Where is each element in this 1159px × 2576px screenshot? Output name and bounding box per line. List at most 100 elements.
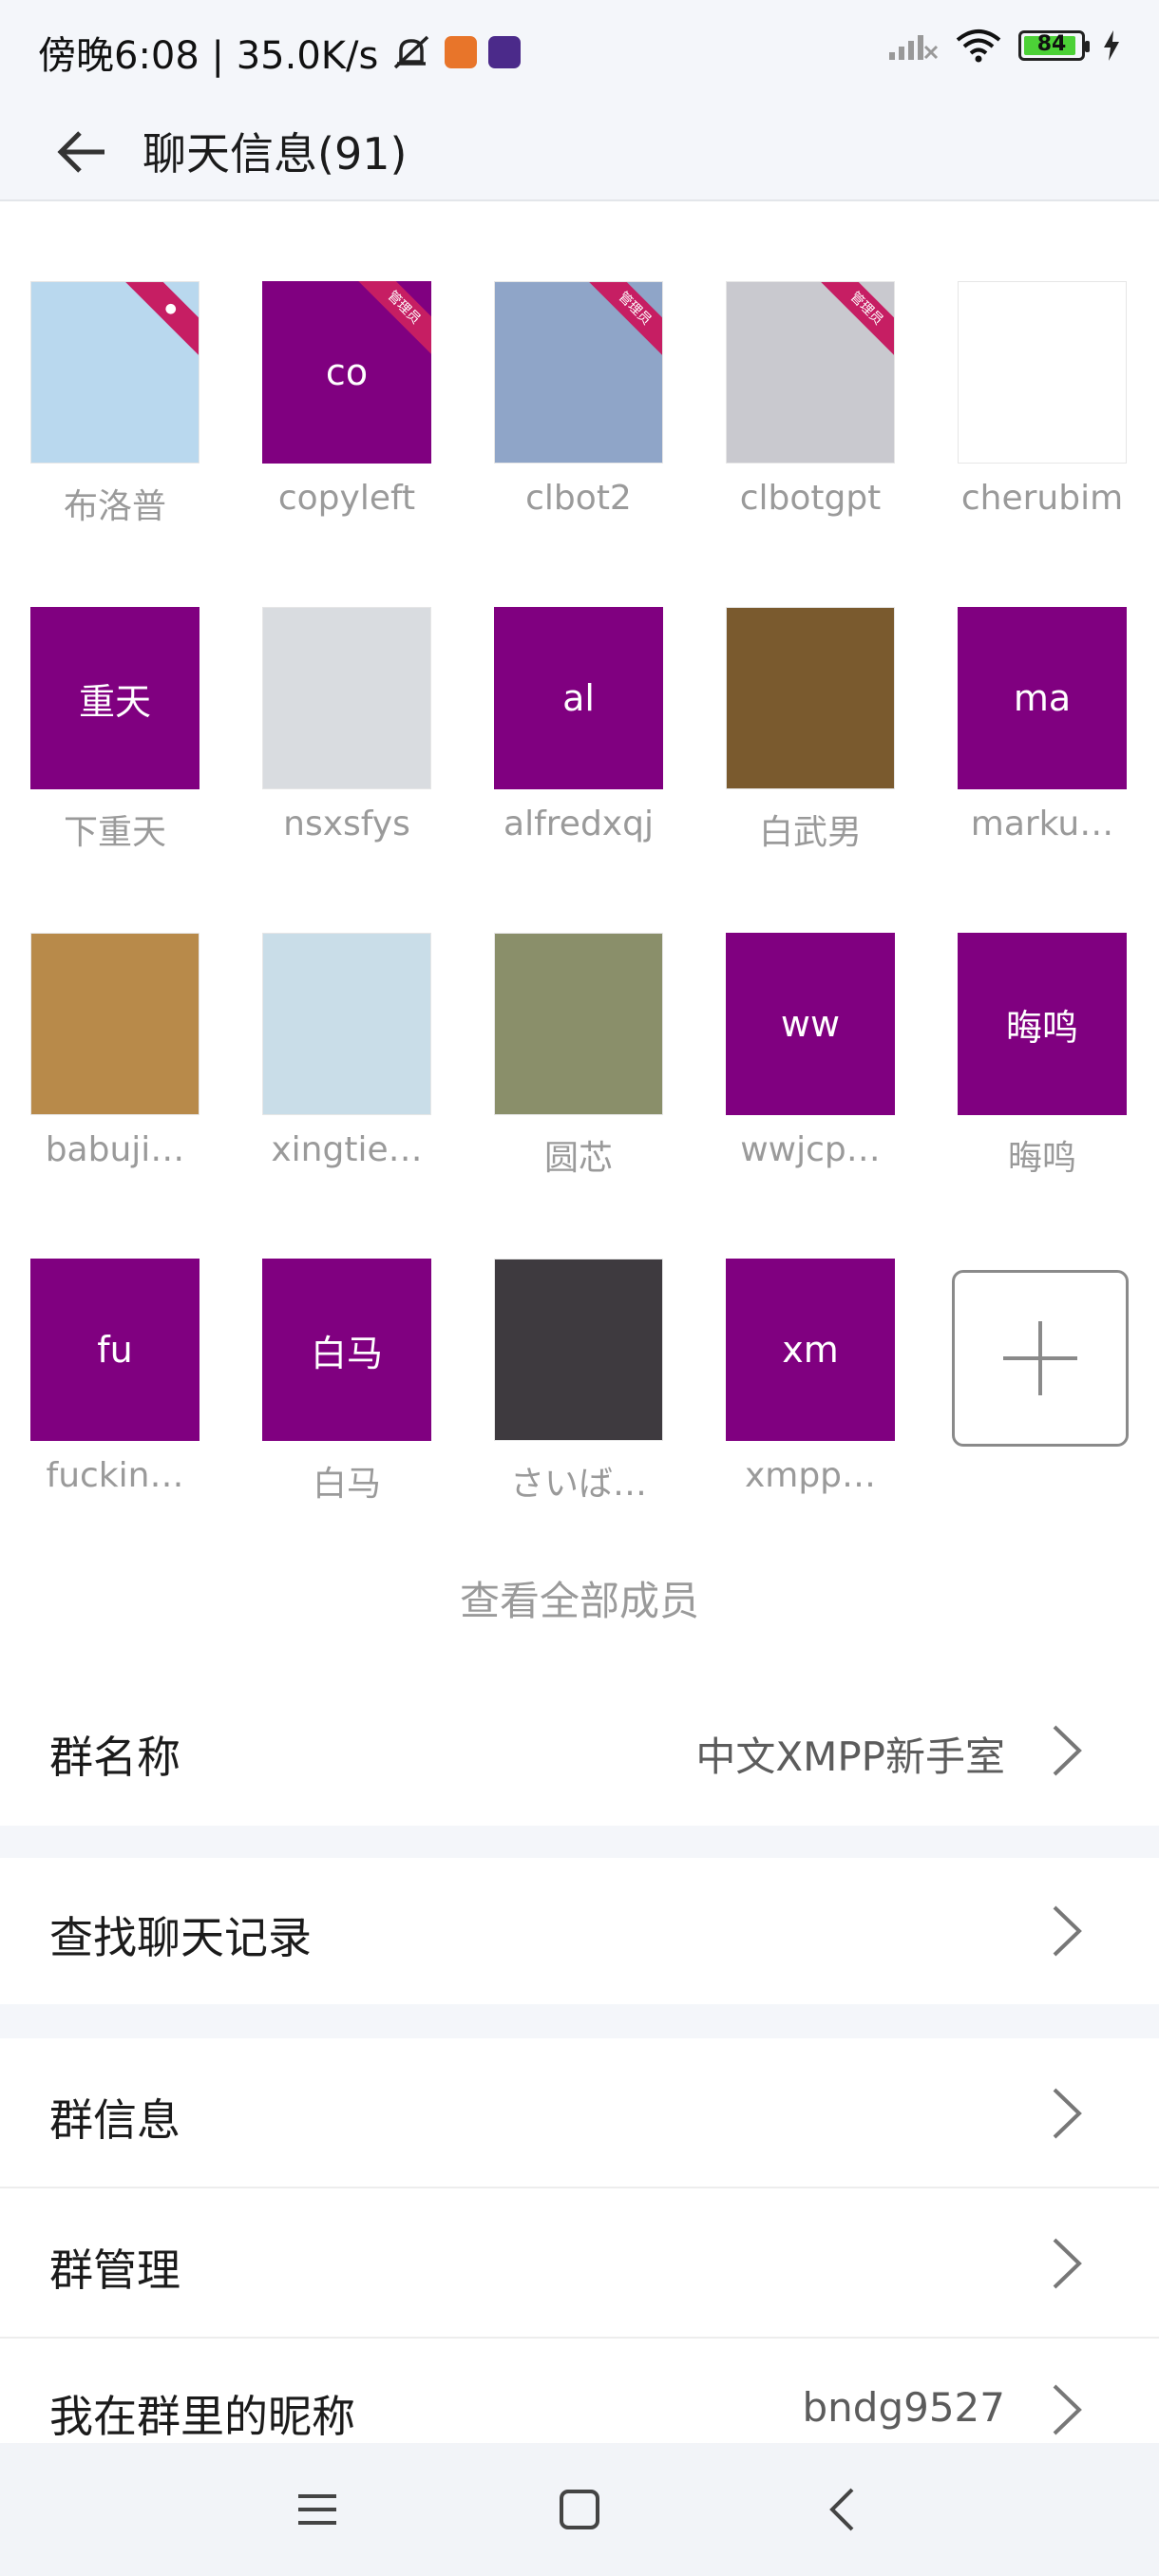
arrow-left-icon [57, 131, 104, 173]
avatar-initials: co [325, 351, 369, 393]
member-avatar[interactable]: 重天 [30, 607, 200, 789]
home-button[interactable] [551, 2481, 608, 2538]
chevron-right-icon [1053, 2238, 1082, 2289]
my-nickname-row[interactable]: 我在群里的昵称 bndg9527 [0, 2339, 1159, 2443]
member-name: copyleft [277, 479, 416, 518]
menu-icon [298, 2494, 336, 2525]
section-divider [0, 2004, 1159, 2038]
member-item[interactable]: fu fuckin… [30, 1259, 200, 1584]
avatar-initials: al [562, 677, 595, 719]
member-item[interactable]: 管理员 clbotgpt [726, 281, 895, 607]
member-name: さいば… [509, 1465, 647, 1504]
status-bar: 傍晚6:08 | 35.0K/s 84 [0, 0, 1159, 103]
admin-badge: 管理员 [820, 282, 894, 355]
member-avatar[interactable]: ma [958, 607, 1127, 789]
member-item[interactable]: al alfredxqj [494, 607, 663, 933]
member-avatar[interactable] [494, 933, 663, 1115]
member-avatar[interactable] [494, 1259, 663, 1441]
member-name: 晦鸣 [1007, 1139, 1076, 1178]
chevron-right-icon [1053, 2088, 1082, 2139]
member-name: 下重天 [63, 813, 166, 852]
avatar-initials: ww [780, 1003, 841, 1045]
charging-bolt-icon [1104, 30, 1119, 61]
member-item[interactable]: ww wwjcp… [726, 933, 895, 1259]
member-grid: ● 布洛普 co 管理员 copyleft 管理员 clbot2 管理员 clbotgpt che… [30, 281, 1132, 1584]
member-item[interactable]: さいば… [494, 1259, 663, 1584]
member-item[interactable]: xingtie… [262, 933, 431, 1259]
group-manage-label: 群管理 [49, 2245, 180, 2296]
add-member-item[interactable] [952, 1259, 1129, 1584]
member-item[interactable]: ma marku… [958, 607, 1127, 933]
group-info-row[interactable]: 群信息 [0, 2038, 1159, 2187]
member-avatar[interactable] [30, 933, 200, 1115]
member-avatar[interactable] [958, 281, 1127, 464]
member-item[interactable]: 晦鸣 晦鸣 [958, 933, 1127, 1259]
member-name: 布洛普 [63, 487, 166, 526]
back-nav-button[interactable] [813, 2481, 870, 2538]
square-home-icon [560, 2490, 599, 2529]
member-item[interactable]: nsxsfys [262, 607, 431, 933]
member-avatar[interactable] [726, 607, 895, 789]
top-app-bar: 聊天信息(91) [0, 103, 1159, 201]
member-name: babuji… [45, 1130, 185, 1169]
section-divider [0, 1826, 1159, 1858]
member-item[interactable]: 圆芯 [494, 933, 663, 1259]
member-avatar[interactable]: xm [726, 1259, 895, 1441]
group-name-label: 群名称 [49, 1732, 180, 1783]
avatar-initials: fu [97, 1329, 133, 1371]
group-manage-row[interactable]: 群管理 [0, 2188, 1159, 2337]
member-item[interactable]: 重天 下重天 [30, 607, 200, 933]
system-navigation-bar [0, 2443, 1159, 2576]
mute-bell-icon [394, 35, 429, 69]
member-avatar[interactable]: fu [30, 1259, 200, 1441]
avatar-initials: xm [782, 1329, 839, 1371]
group-info-label: 群信息 [49, 2094, 180, 2146]
member-item[interactable]: co 管理员 copyleft [262, 281, 431, 607]
member-item[interactable]: cherubim [958, 281, 1127, 607]
member-avatar[interactable]: al [494, 607, 663, 789]
member-item[interactable]: 白马 白马 [262, 1259, 431, 1584]
member-avatar[interactable]: ● [30, 281, 200, 464]
member-name: 圆芯 [543, 1139, 613, 1178]
chevron-left-icon [829, 2488, 854, 2531]
member-avatar[interactable]: 管理员 [494, 281, 663, 464]
chevron-right-icon [1053, 2384, 1082, 2435]
member-item[interactable]: xm xmpp… [726, 1259, 895, 1584]
search-history-row[interactable]: 查找聊天记录 [0, 1858, 1159, 2004]
admin-badge: 管理员 [357, 281, 431, 354]
view-all-members-link[interactable]: 查看全部成员 [0, 1569, 1159, 1627]
member-avatar[interactable]: ww [726, 933, 895, 1115]
member-item[interactable]: babuji… [30, 933, 200, 1259]
member-name: wwjcp… [740, 1130, 881, 1169]
member-item[interactable]: 管理员 clbot2 [494, 281, 663, 607]
avatar-initials: 白马 [310, 1332, 383, 1374]
member-item[interactable]: ● 布洛普 [30, 281, 200, 607]
member-avatar[interactable]: 管理员 [726, 281, 895, 464]
menu-button[interactable] [289, 2481, 346, 2538]
my-nickname-label: 我在群里的昵称 [49, 2391, 355, 2442]
status-left: 傍晚6:08 | 35.0K/s [38, 25, 522, 80]
member-avatar[interactable]: co 管理员 [262, 281, 431, 464]
wifi-icon [956, 29, 1001, 63]
avatar-initials: 晦鸣 [1005, 1006, 1078, 1049]
owner-badge-icon: ● [124, 282, 199, 355]
chevron-right-icon [1053, 1725, 1082, 1776]
member-avatar[interactable] [262, 933, 431, 1115]
my-nickname-value: bndg9527 [802, 2384, 1006, 2431]
member-name: alfredxqj [504, 805, 654, 843]
add-member-button[interactable] [952, 1270, 1129, 1447]
member-avatar[interactable]: 晦鸣 [958, 933, 1127, 1115]
member-avatar[interactable]: 白马 [262, 1259, 431, 1441]
member-name: xingtie… [271, 1130, 423, 1169]
app-notification-icon [445, 36, 478, 68]
back-button[interactable] [51, 122, 112, 182]
member-name: 白武男 [758, 813, 862, 852]
member-name: clbot2 [525, 479, 632, 518]
member-name: nsxsfys [283, 805, 410, 843]
member-name: clbotgpt [739, 479, 882, 518]
member-item[interactable]: 白武男 [726, 607, 895, 933]
status-time-speed: 傍晚6:08 | 35.0K/s [38, 34, 379, 78]
member-avatar[interactable] [262, 607, 431, 789]
member-name: 白马 [312, 1465, 381, 1504]
group-name-row[interactable]: 群名称 中文XMPP新手室 [0, 1674, 1159, 1826]
